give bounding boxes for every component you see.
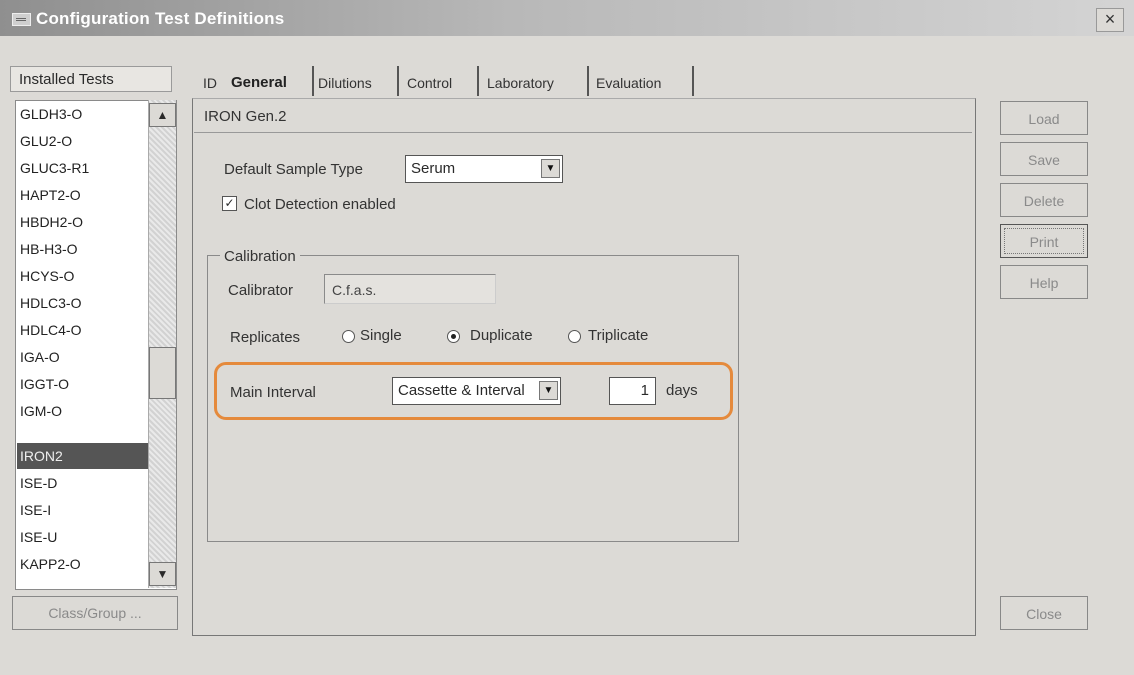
- replicate-single-radio[interactable]: [342, 330, 355, 343]
- load-button[interactable]: Load: [1000, 101, 1088, 135]
- close-window-button[interactable]: ×: [1096, 8, 1124, 32]
- tab-separator: [397, 66, 399, 96]
- replicates-label: Replicates: [230, 329, 301, 346]
- list-item[interactable]: HAPT2-O: [20, 182, 148, 208]
- tab-evaluation[interactable]: Evaluation: [596, 70, 661, 96]
- main-interval-select[interactable]: Cassette & Interval ▼: [392, 377, 561, 405]
- print-button[interactable]: Print: [1000, 224, 1088, 258]
- installed-tests-label: Installed Tests: [10, 66, 172, 92]
- list-item[interactable]: KAPP2-O: [20, 551, 148, 577]
- main-interval-label: Main Interval: [230, 384, 316, 401]
- list-item[interactable]: IGA-O: [20, 344, 148, 370]
- window-icon: [12, 13, 31, 26]
- list-item[interactable]: ISE-U: [20, 524, 148, 550]
- list-item[interactable]: ISE-D: [20, 470, 148, 496]
- tab-id[interactable]: ID: [203, 70, 217, 96]
- panel-title: IRON Gen.2: [204, 108, 287, 125]
- replicate-duplicate-radio[interactable]: [447, 330, 460, 343]
- tab-separator: [312, 66, 314, 96]
- close-button[interactable]: Close: [1000, 596, 1088, 630]
- tab-control[interactable]: Control: [407, 70, 452, 96]
- scroll-down-icon[interactable]: ▼: [149, 562, 176, 586]
- tab-laboratory[interactable]: Laboratory: [487, 70, 554, 96]
- tab-general[interactable]: General: [231, 70, 287, 96]
- calibrator-field: C.f.a.s.: [324, 274, 496, 304]
- window-title: Configuration Test Definitions: [36, 9, 285, 28]
- list-item[interactable]: IGM-O: [20, 398, 148, 424]
- list-scrollbar[interactable]: ▲ ▼: [148, 100, 176, 588]
- main-interval-value: Cassette & Interval: [398, 382, 525, 399]
- clot-detection-label: Clot Detection enabled: [244, 196, 396, 213]
- list-item[interactable]: GLUC3-R1: [20, 155, 148, 181]
- list-item[interactable]: ISE-I: [20, 497, 148, 523]
- default-sample-type-label: Default Sample Type: [224, 161, 363, 178]
- list-item[interactable]: GLDH3-O: [20, 101, 148, 127]
- chevron-down-icon[interactable]: ▼: [541, 159, 560, 178]
- list-item[interactable]: HDLC4-O: [20, 317, 148, 343]
- list-item-selected[interactable]: IRON2: [17, 443, 149, 469]
- chevron-down-icon[interactable]: ▼: [539, 381, 558, 400]
- sample-type-select[interactable]: Serum ▼: [405, 155, 563, 183]
- save-button[interactable]: Save: [1000, 142, 1088, 176]
- list-item[interactable]: HDLC3-O: [20, 290, 148, 316]
- scroll-thumb[interactable]: [149, 347, 176, 399]
- calibrator-label: Calibrator: [228, 282, 294, 299]
- list-item[interactable]: GLU2-O: [20, 128, 148, 154]
- replicate-triplicate-radio[interactable]: [568, 330, 581, 343]
- replicate-duplicate-label: Duplicate: [470, 327, 533, 344]
- help-button[interactable]: Help: [1000, 265, 1088, 299]
- tab-separator: [587, 66, 589, 96]
- list-item[interactable]: HB-H3-O: [20, 236, 148, 262]
- replicate-triplicate-label: Triplicate: [588, 327, 649, 344]
- panel-header: [194, 100, 972, 133]
- class-group-button[interactable]: Class/Group ...: [12, 596, 178, 630]
- tab-separator: [692, 66, 694, 96]
- clot-detection-checkbox[interactable]: ✓: [222, 196, 237, 211]
- list-item[interactable]: HCYS-O: [20, 263, 148, 289]
- tab-dilutions[interactable]: Dilutions: [318, 70, 372, 96]
- interval-unit-label: days: [666, 382, 698, 399]
- scroll-up-icon[interactable]: ▲: [149, 103, 176, 127]
- replicate-single-label: Single: [360, 327, 402, 344]
- list-item[interactable]: IGGT-O: [20, 371, 148, 397]
- interval-number-input[interactable]: 1: [609, 377, 656, 405]
- delete-button[interactable]: Delete: [1000, 183, 1088, 217]
- sample-type-value: Serum: [411, 160, 456, 177]
- tab-separator: [477, 66, 479, 96]
- list-item[interactable]: HBDH2-O: [20, 209, 148, 235]
- calibration-group-label: Calibration: [220, 248, 300, 265]
